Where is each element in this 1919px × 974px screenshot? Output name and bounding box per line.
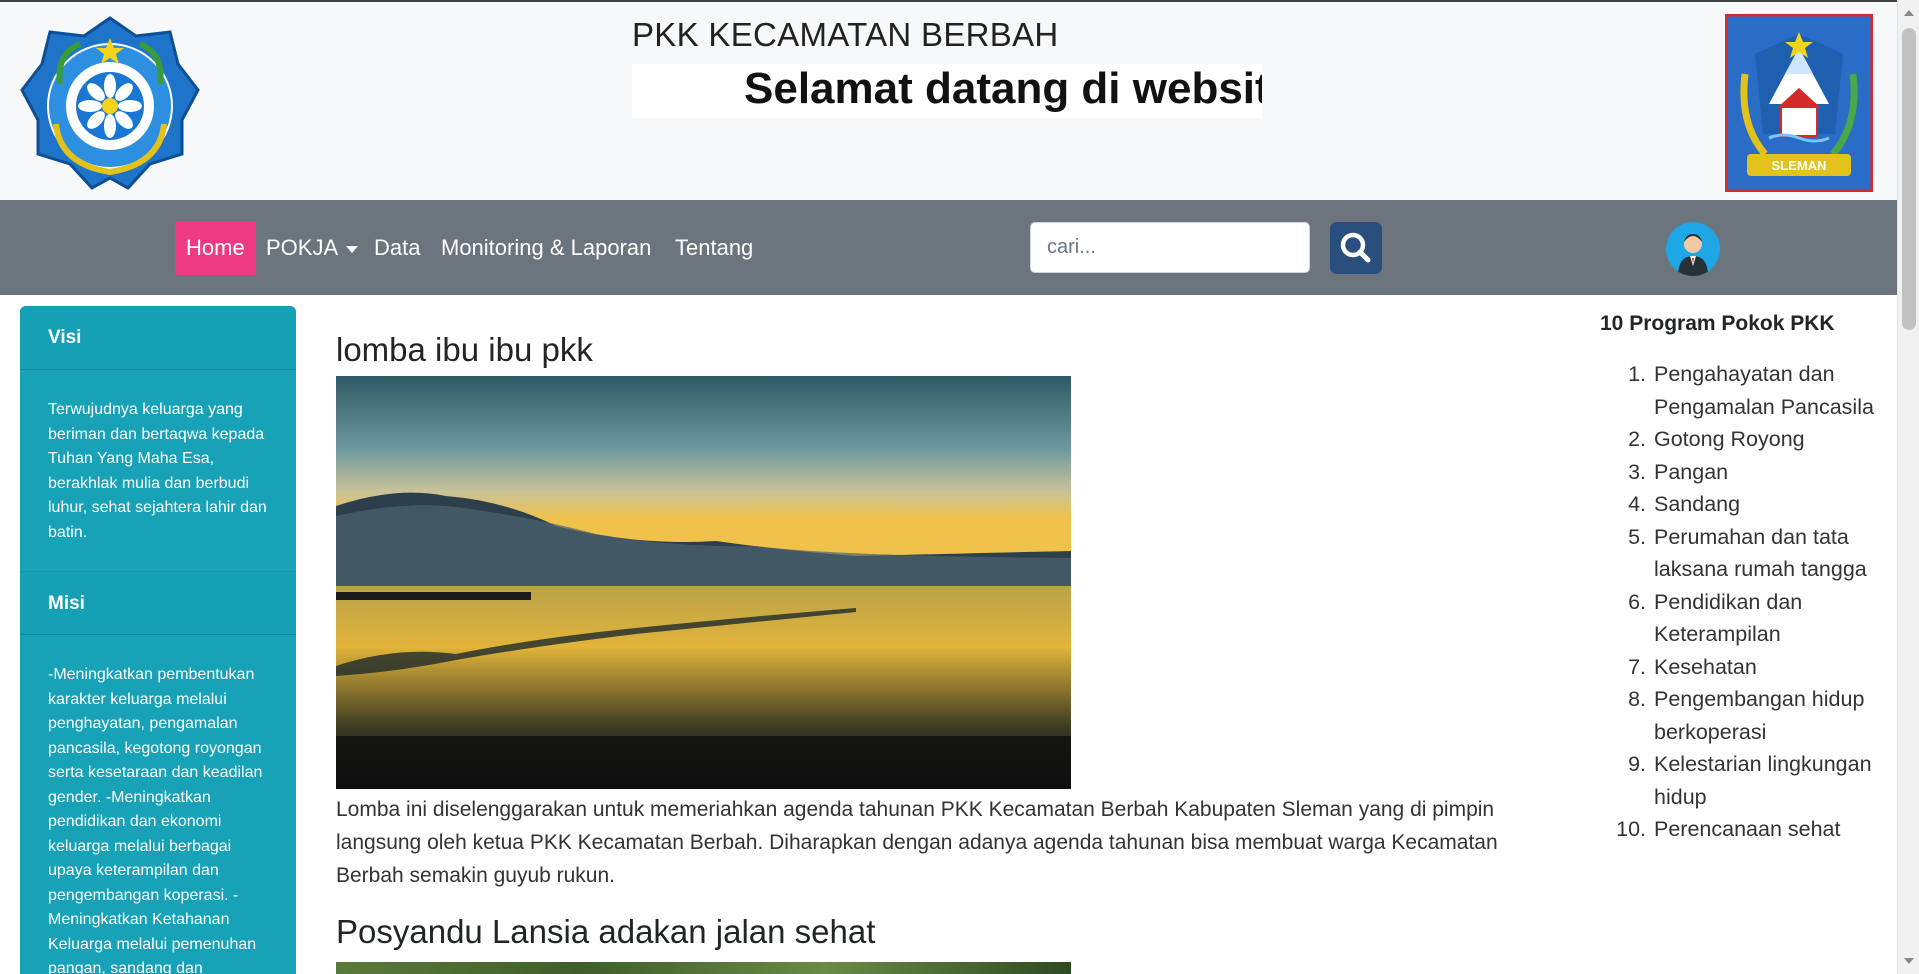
list-number: 6.: [1628, 589, 1646, 614]
list-item: 10. Perencanaan sehat: [1600, 813, 1890, 846]
program-list: 1. Pengahayatan dan Pengamalan Pancasila …: [1600, 358, 1890, 846]
misi-text: -Meningkatkan pembentukan karakter kelua…: [48, 666, 263, 974]
nav-tentang[interactable]: Tentang: [664, 221, 764, 275]
search-button[interactable]: [1330, 222, 1382, 274]
scroll-thumb[interactable]: [1902, 28, 1916, 330]
main-content: lomba ibu ibu pkk Lomba ini diselenggara…: [336, 306, 1516, 974]
page: PKK KECAMATAN BERBAH Selamat datang di w…: [0, 0, 1897, 974]
list-text: Sandang: [1654, 492, 1741, 516]
list-item: 2. Gotong Royong: [1600, 423, 1890, 456]
pkk-logo-icon: [20, 16, 200, 190]
chevron-down-icon: [346, 245, 359, 253]
list-number: 4.: [1628, 492, 1646, 516]
list-number: 2.: [1628, 427, 1646, 451]
post-image[interactable]: [336, 376, 1071, 789]
search-icon: [1340, 232, 1371, 263]
list-text: Kesehatan: [1654, 654, 1757, 679]
nav-data[interactable]: Data: [363, 221, 431, 275]
list-number: 8.: [1628, 687, 1646, 711]
list-text: Pangan: [1654, 459, 1729, 484]
visi-text: Terwujudnya keluarga yang beriman dan be…: [48, 401, 267, 541]
list-item: 4. Sandang: [1600, 488, 1890, 521]
misi-heading: Misi: [20, 571, 296, 635]
scroll-up-arrow-icon[interactable]: [1904, 10, 1914, 16]
welcome-marquee: Selamat datang di website: [632, 64, 1262, 118]
list-text: Kelestarian lingkungan hidup: [1654, 752, 1872, 809]
list-item: 6. Pendidikan dan Keterampilan: [1600, 586, 1890, 651]
user-avatar-button[interactable]: [1666, 222, 1720, 276]
sleman-logo-icon: SLEMAN: [1725, 14, 1873, 192]
post-image[interactable]: [336, 962, 1071, 974]
search-input[interactable]: [1030, 222, 1310, 273]
list-item: 7. Kesehatan: [1600, 651, 1890, 684]
marquee-text: Selamat datang di website: [744, 64, 1262, 113]
list-item: 1. Pengahayatan dan Pengamalan Pancasila: [1600, 358, 1890, 423]
nav-pokja[interactable]: POKJA: [255, 221, 369, 275]
list-number: 3.: [1628, 459, 1646, 484]
list-item: 8. Pengembangan hidup berkoperasi: [1600, 683, 1890, 748]
list-text: Pengembangan hidup berkoperasi: [1654, 687, 1865, 744]
list-number: 10.: [1616, 817, 1646, 841]
list-item: 3. Pangan: [1600, 456, 1890, 489]
list-number: 9.: [1628, 752, 1646, 776]
page-scrollbar[interactable]: [1897, 0, 1919, 974]
list-item: 9. Kelestarian lingkungan hidup: [1600, 748, 1890, 813]
program-title: 10 Program Pokok PKK: [1600, 312, 1835, 335]
site-header: PKK KECAMATAN BERBAH Selamat datang di w…: [0, 0, 1897, 200]
nav-monitoring[interactable]: Monitoring & Laporan: [430, 221, 662, 275]
post-title[interactable]: lomba ibu ibu pkk: [336, 326, 1516, 374]
list-text: Pengahayatan dan Pengamalan Pancasila: [1654, 362, 1874, 419]
svg-text:SLEMAN: SLEMAN: [1772, 158, 1827, 173]
list-text: Gotong Royong: [1654, 427, 1805, 451]
list-number: 1.: [1628, 362, 1646, 386]
list-number: 7.: [1628, 654, 1646, 679]
list-number: 5.: [1628, 524, 1646, 549]
site-title: PKK KECAMATAN BERBAH: [632, 16, 1059, 53]
visi-heading: Visi: [20, 306, 296, 370]
post-title[interactable]: Posyandu Lansia adakan jalan sehat: [336, 908, 1516, 956]
list-text: Pendidikan dan Keterampilan: [1654, 589, 1803, 647]
list-text: Perumahan dan tata laksana rumah tangga: [1654, 524, 1867, 582]
user-avatar-icon: [1678, 234, 1708, 276]
list-text: Perencanaan sehat: [1654, 817, 1841, 841]
post-excerpt: Lomba ini diselenggarakan untuk memeriah…: [336, 798, 1498, 887]
nav-pokja-label: POKJA: [266, 235, 339, 260]
nav-home[interactable]: Home: [175, 221, 256, 275]
scroll-down-arrow-icon[interactable]: [1904, 958, 1914, 964]
list-item: 5. Perumahan dan tata laksana rumah tangg…: [1600, 521, 1890, 586]
visi-misi-card: Visi Terwujudnya keluarga yang beriman d…: [20, 306, 296, 974]
program-panel: 10 Program Pokok PKK 1. Pengahayatan dan …: [1600, 306, 1890, 846]
